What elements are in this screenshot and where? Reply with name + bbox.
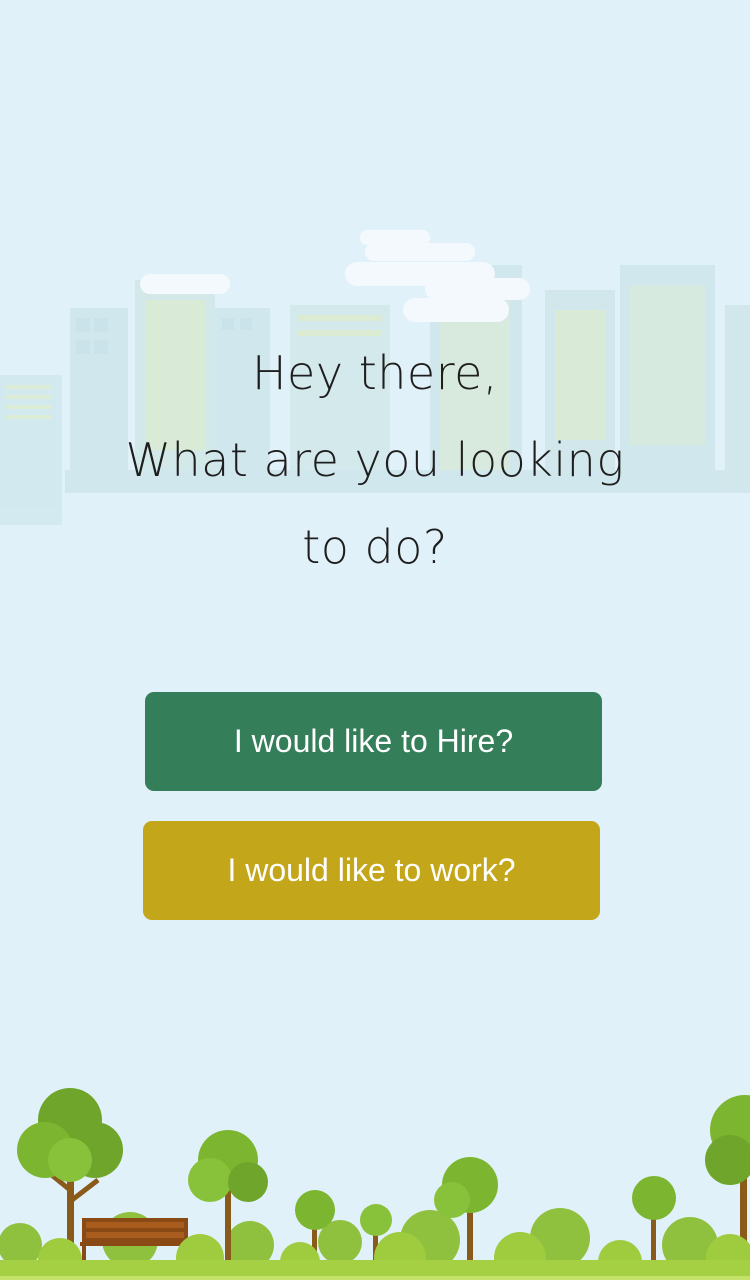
park-illustration xyxy=(0,1088,750,1280)
hire-button[interactable]: I would like to Hire? xyxy=(145,692,602,791)
greeting-line-2: What are you looking xyxy=(125,433,625,487)
work-button[interactable]: I would like to work? xyxy=(143,821,600,920)
greeting-heading: Hey there, What are you looking to do? xyxy=(0,330,750,591)
greeting-line-1: Hey there, xyxy=(251,346,499,400)
greeting-line-3: to do? xyxy=(302,520,448,574)
